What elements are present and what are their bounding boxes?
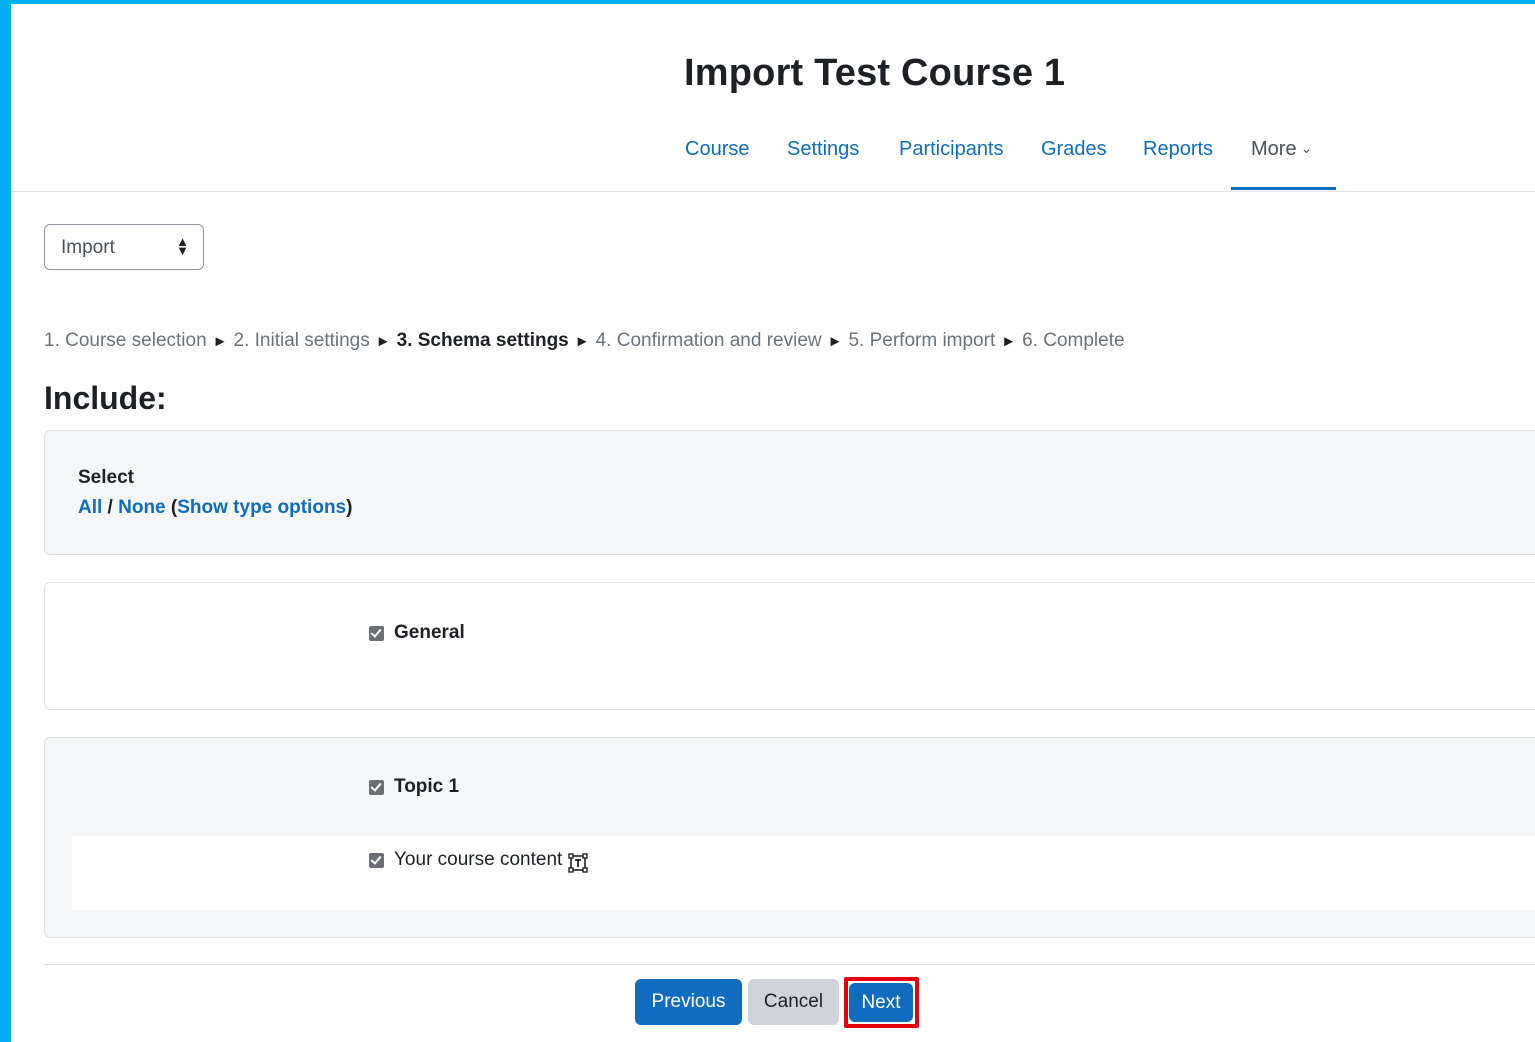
progress-step-3-current: 3. Schema settings <box>396 330 569 351</box>
progress-separator: ► <box>574 333 590 350</box>
select-none-link[interactable]: None <box>118 497 166 518</box>
form-divider <box>44 964 1535 965</box>
action-select-value: Import <box>61 237 115 258</box>
section-card-general: General <box>44 582 1535 710</box>
action-select[interactable]: Import ▲ ▼ <box>44 224 204 270</box>
activity-label: Your course content <box>394 849 563 870</box>
progress-separator: ► <box>212 333 228 350</box>
select-links: All / None (Show type options) <box>78 497 352 519</box>
progress-step-6: 6. Complete <box>1022 330 1125 351</box>
topic-1-label: Topic 1 <box>394 776 460 797</box>
select-label: Select <box>78 467 134 488</box>
page-title: Import Test Course 1 <box>684 52 1066 94</box>
progress-separator: ► <box>827 333 843 350</box>
open-paren: ( <box>165 497 178 518</box>
activity-row: Your course content <box>72 836 1535 910</box>
close-paren: ) <box>346 497 353 518</box>
nav-more-label: More <box>1251 138 1297 160</box>
nav-settings[interactable]: Settings <box>787 138 859 161</box>
nav-grades[interactable]: Grades <box>1041 138 1107 161</box>
section-card-topic-1: Topic 1 Your course content <box>44 737 1535 938</box>
show-type-options-link[interactable]: Show type options <box>177 497 346 518</box>
slash-separator: / <box>102 497 119 518</box>
activity-checkbox[interactable] <box>369 852 384 868</box>
page: Import Test Course 1 Course Settings Par… <box>11 4 1535 1042</box>
cancel-button[interactable]: Cancel <box>748 979 839 1025</box>
topic-1-checkbox[interactable] <box>369 779 384 795</box>
previous-button[interactable]: Previous <box>635 979 742 1025</box>
include-heading: Include: <box>44 380 167 416</box>
next-button-highlight <box>844 977 919 1028</box>
import-progress-bar: 1. Course selection ► 2. Initial settings ►… <box>44 330 1125 352</box>
progress-separator: ► <box>1001 333 1017 350</box>
nav-participants[interactable]: Participants <box>899 138 1004 161</box>
page-icon <box>568 853 589 873</box>
select-arrows-icon: ▲ ▼ <box>176 234 189 258</box>
select-all-link[interactable]: All <box>78 497 102 518</box>
nav-active-indicator <box>1231 187 1336 190</box>
nav-more[interactable]: More ⌄ <box>1251 138 1312 161</box>
general-checkbox-row: General <box>369 622 465 644</box>
progress-separator: ► <box>375 333 391 350</box>
general-checkbox[interactable] <box>369 625 384 641</box>
nav-course[interactable]: Course <box>685 138 749 161</box>
general-label: General <box>394 622 465 643</box>
chevron-down-icon: ⌄ <box>1300 140 1313 156</box>
progress-step-2: 2. Initial settings <box>233 330 370 351</box>
progress-step-1: 1. Course selection <box>44 330 207 351</box>
progress-step-5: 5. Perform import <box>848 330 996 351</box>
progress-step-4: 4. Confirmation and review <box>595 330 822 351</box>
nav-reports[interactable]: Reports <box>1143 138 1213 161</box>
screenshot-frame-left <box>0 0 11 1042</box>
secondary-navigation: Course Settings Participants Grades Repo… <box>11 120 1535 192</box>
activity-checkbox-row: Your course content <box>369 849 589 873</box>
topic-checkbox-row: Topic 1 <box>369 776 459 798</box>
select-card: Select All / None (Show type options) <box>44 430 1535 555</box>
